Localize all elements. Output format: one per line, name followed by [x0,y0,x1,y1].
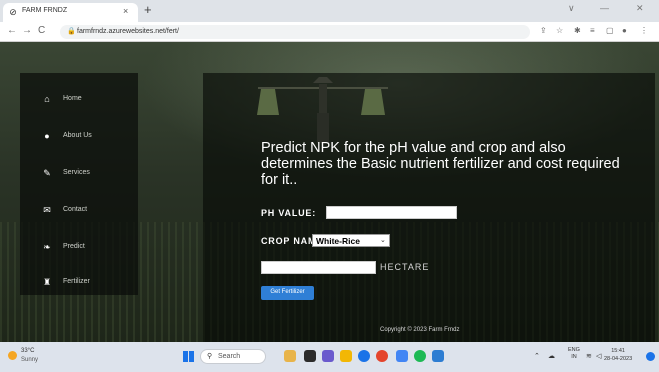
sidebar-item-fertilizer[interactable]: ♜ Fertilizer [20,273,138,295]
taskbar-search[interactable]: ⚲ Search [200,349,266,364]
colorful-app-icon[interactable] [396,350,408,362]
page-background: ⌂ Home ● About Us ✎ Services ✉ Contact ❧… [0,42,659,342]
weather-temperature[interactable]: 33°C [21,348,34,354]
system-clock[interactable]: 15:41 28-04-2023 [604,347,632,363]
pencil-icon: ✎ [43,168,51,178]
sidebar-item-label: About Us [63,132,92,139]
teams-icon[interactable] [322,350,334,362]
tab-close-icon[interactable]: × [123,6,128,16]
profile-avatar-icon[interactable]: ● [622,26,627,35]
cloud-icon[interactable]: ☁ [548,352,555,360]
user-icon: ● [44,131,50,141]
weather-description[interactable]: Sunny [21,357,38,363]
share-icon[interactable]: ⇪ [540,26,547,35]
ph-value-input[interactable] [326,206,457,219]
favicon-icon: ⊘ [9,7,17,17]
flask-icon: ♜ [42,277,52,287]
wifi-icon[interactable]: ≋ [586,352,592,360]
hectare-input[interactable] [261,261,376,274]
volume-icon[interactable]: ◁ [596,352,601,360]
region-code: IN [571,354,577,360]
reading-list-icon[interactable]: ≡ [590,26,595,35]
sidebar-item-label: Predict [63,243,85,250]
lock-icon: 🔒 [67,28,76,35]
sidebar-item-label: Contact [63,206,88,213]
store-icon[interactable] [432,350,444,362]
close-window-button[interactable]: ✕ [636,3,644,14]
crop-name-select[interactable]: White-Rice ⌄ [312,234,390,247]
sidebar-item-home[interactable]: ⌂ Home [20,90,138,112]
new-tab-button[interactable]: + [144,2,152,17]
minimize-button[interactable]: — [600,3,609,13]
crop-selected-value: White-Rice [316,236,360,246]
browser-tab[interactable]: ⊘ FARM FRNDZ × [3,3,138,22]
envelope-icon: ✉ [43,205,51,215]
page-heading: Predict NPK for the pH value and crop an… [261,140,620,188]
bookmark-star-icon[interactable]: ☆ [556,26,563,35]
windows-taskbar: 33°C Sunny ⚲ Search ⌃ ☁ ENG IN ≋ ◁ 15:41… [0,342,659,372]
ph-label: PH VALUE: [261,208,317,218]
farmer-silhouette-image [257,77,388,143]
forward-button[interactable]: → [22,25,32,36]
chevron-down-icon: ⌄ [380,237,386,244]
windows-start-icon[interactable] [183,351,194,362]
predict-panel: Predict NPK for the pH value and crop an… [203,73,655,342]
tab-title: FARM FRNDZ [22,7,68,14]
task-view-icon[interactable] [304,350,316,362]
sidebar-nav: ⌂ Home ● About Us ✎ Services ✉ Contact ❧… [20,73,138,295]
sun-icon[interactable] [8,351,17,360]
hectare-label: HECTARE [380,262,430,272]
sidebar-item-contact[interactable]: ✉ Contact [20,201,138,223]
home-icon: ⌂ [44,94,50,104]
back-button[interactable]: ← [7,25,17,36]
sidebar-item-services[interactable]: ✎ Services [20,164,138,186]
copyright-text: Copyright © 2023 Farm Frndz [380,327,460,333]
widgets-icon[interactable] [284,350,296,362]
sidebar-item-label: Home [63,95,82,102]
address-bar: ← → C 🔒 farmfrndz.azurewebsites.net/fert… [0,22,659,42]
chrome-icon[interactable] [376,350,388,362]
search-label: Search [218,353,241,360]
sidebar-item-label: Fertilizer [63,278,90,285]
notification-icon[interactable] [646,352,655,361]
edge-icon[interactable] [358,350,370,362]
sidebar-item-about[interactable]: ● About Us [20,127,138,149]
get-fertilizer-button[interactable]: Get Fertilizer [261,286,314,300]
browser-tab-bar: ⊘ FARM FRNDZ × + ∨ — ✕ [0,0,659,22]
get-fertilizer-label: Get Fertilizer [270,289,305,295]
side-panel-icon[interactable]: ▢ [606,26,614,35]
sidebar-item-predict[interactable]: ❧ Predict [20,238,138,260]
menu-kebab-icon[interactable]: ⋮ [640,26,648,35]
file-explorer-icon[interactable] [340,350,352,362]
search-icon: ⚲ [207,353,213,360]
spotify-icon[interactable] [414,350,426,362]
tab-search-icon[interactable]: ∨ [568,3,575,14]
language-code: ENG [568,347,580,353]
url-text: farmfrndz.azurewebsites.net/fert/ [77,28,179,35]
url-field[interactable]: 🔒 farmfrndz.azurewebsites.net/fert/ [60,25,530,39]
sidebar-item-label: Services [63,169,90,176]
extensions-icon[interactable]: ✱ [574,26,581,35]
language-indicator[interactable]: ENG IN [568,347,580,361]
clock-date: 28-04-2023 [604,356,633,362]
reload-button[interactable]: C [38,25,45,36]
show-hidden-icons-icon[interactable]: ⌃ [534,352,540,360]
leaf-icon: ❧ [43,242,51,252]
clock-time: 15:41 [611,348,625,354]
